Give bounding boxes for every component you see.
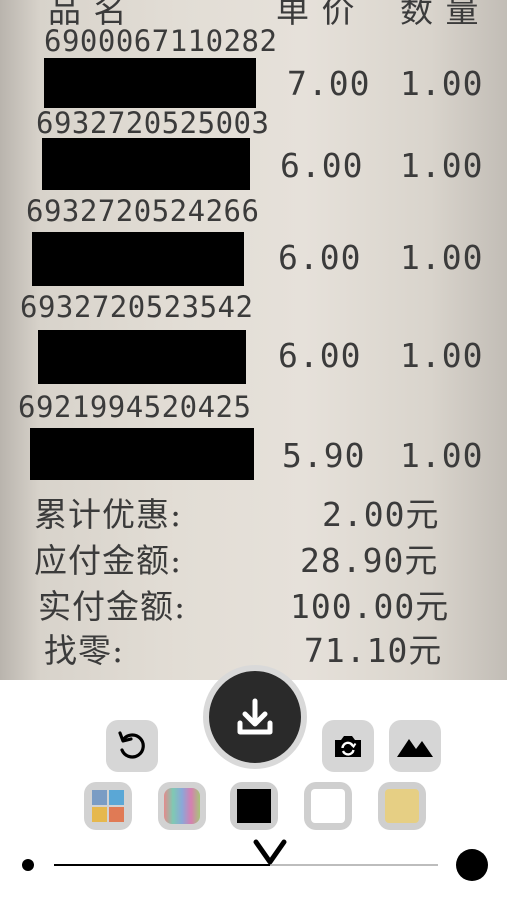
item-barcode: 6932720525003	[36, 106, 270, 140]
slider-track-filled	[54, 864, 270, 866]
filter-paper[interactable]	[378, 782, 426, 830]
paid-label: 实付金额:	[38, 587, 187, 626]
camera-rotate-icon	[335, 736, 361, 757]
slider-min-icon	[22, 859, 34, 871]
filter-original-swatch	[92, 790, 124, 822]
item-price: 6.00	[278, 238, 362, 277]
undo-button[interactable]	[106, 720, 158, 772]
filter-white-swatch	[311, 789, 345, 823]
discount-value: 2.00元	[322, 495, 440, 534]
item-price: 5.90	[282, 436, 366, 475]
item-qty: 1.00	[400, 146, 484, 185]
item-barcode: 6932720524266	[26, 194, 260, 228]
change-value: 71.10元	[304, 631, 443, 670]
retake-button[interactable]	[322, 720, 374, 772]
redacted-item-name	[32, 232, 244, 286]
redacted-item-name	[30, 428, 254, 480]
paid-value: 100.00元	[290, 587, 450, 626]
payable-value: 28.90元	[300, 541, 439, 580]
mountain-icon	[397, 739, 433, 757]
filter-color[interactable]	[158, 782, 206, 830]
item-barcode: 6900067110282	[44, 24, 278, 58]
item-barcode: 6921994520425	[18, 390, 252, 424]
enhance-button[interactable]	[389, 720, 441, 772]
header-qty: 数 量	[400, 0, 480, 30]
discount-label: 累计优惠:	[34, 495, 183, 534]
filter-black-swatch	[237, 789, 271, 823]
item-qty: 1.00	[400, 436, 484, 475]
change-label: 找零:	[44, 631, 125, 670]
filter-white[interactable]	[304, 782, 352, 830]
filter-original[interactable]	[84, 782, 132, 830]
redacted-item-name	[42, 138, 250, 190]
item-barcode: 6932720523542	[20, 290, 254, 324]
download-icon	[237, 698, 273, 735]
filter-color-swatch	[164, 788, 200, 824]
item-price: 6.00	[278, 336, 362, 375]
item-qty: 1.00	[400, 238, 484, 277]
item-qty: 1.00	[400, 64, 484, 103]
item-price: 7.00	[287, 64, 371, 103]
slider-track	[270, 864, 438, 866]
rotate-left-icon	[118, 731, 145, 759]
receipt-photo: 品 名 单 价 数 量 6900067110282 7.00 1.00 6932…	[0, 0, 507, 680]
item-price: 6.00	[280, 146, 364, 185]
redacted-item-name	[38, 330, 246, 384]
filter-black[interactable]	[230, 782, 278, 830]
slider-handle[interactable]	[252, 838, 288, 868]
slider-max-icon	[456, 849, 488, 881]
item-qty: 1.00	[400, 336, 484, 375]
payable-label: 应付金额:	[34, 541, 183, 580]
header-price: 单 价	[276, 0, 356, 30]
redacted-item-name	[44, 58, 256, 108]
filter-paper-swatch	[385, 789, 419, 823]
save-button[interactable]	[203, 665, 307, 769]
